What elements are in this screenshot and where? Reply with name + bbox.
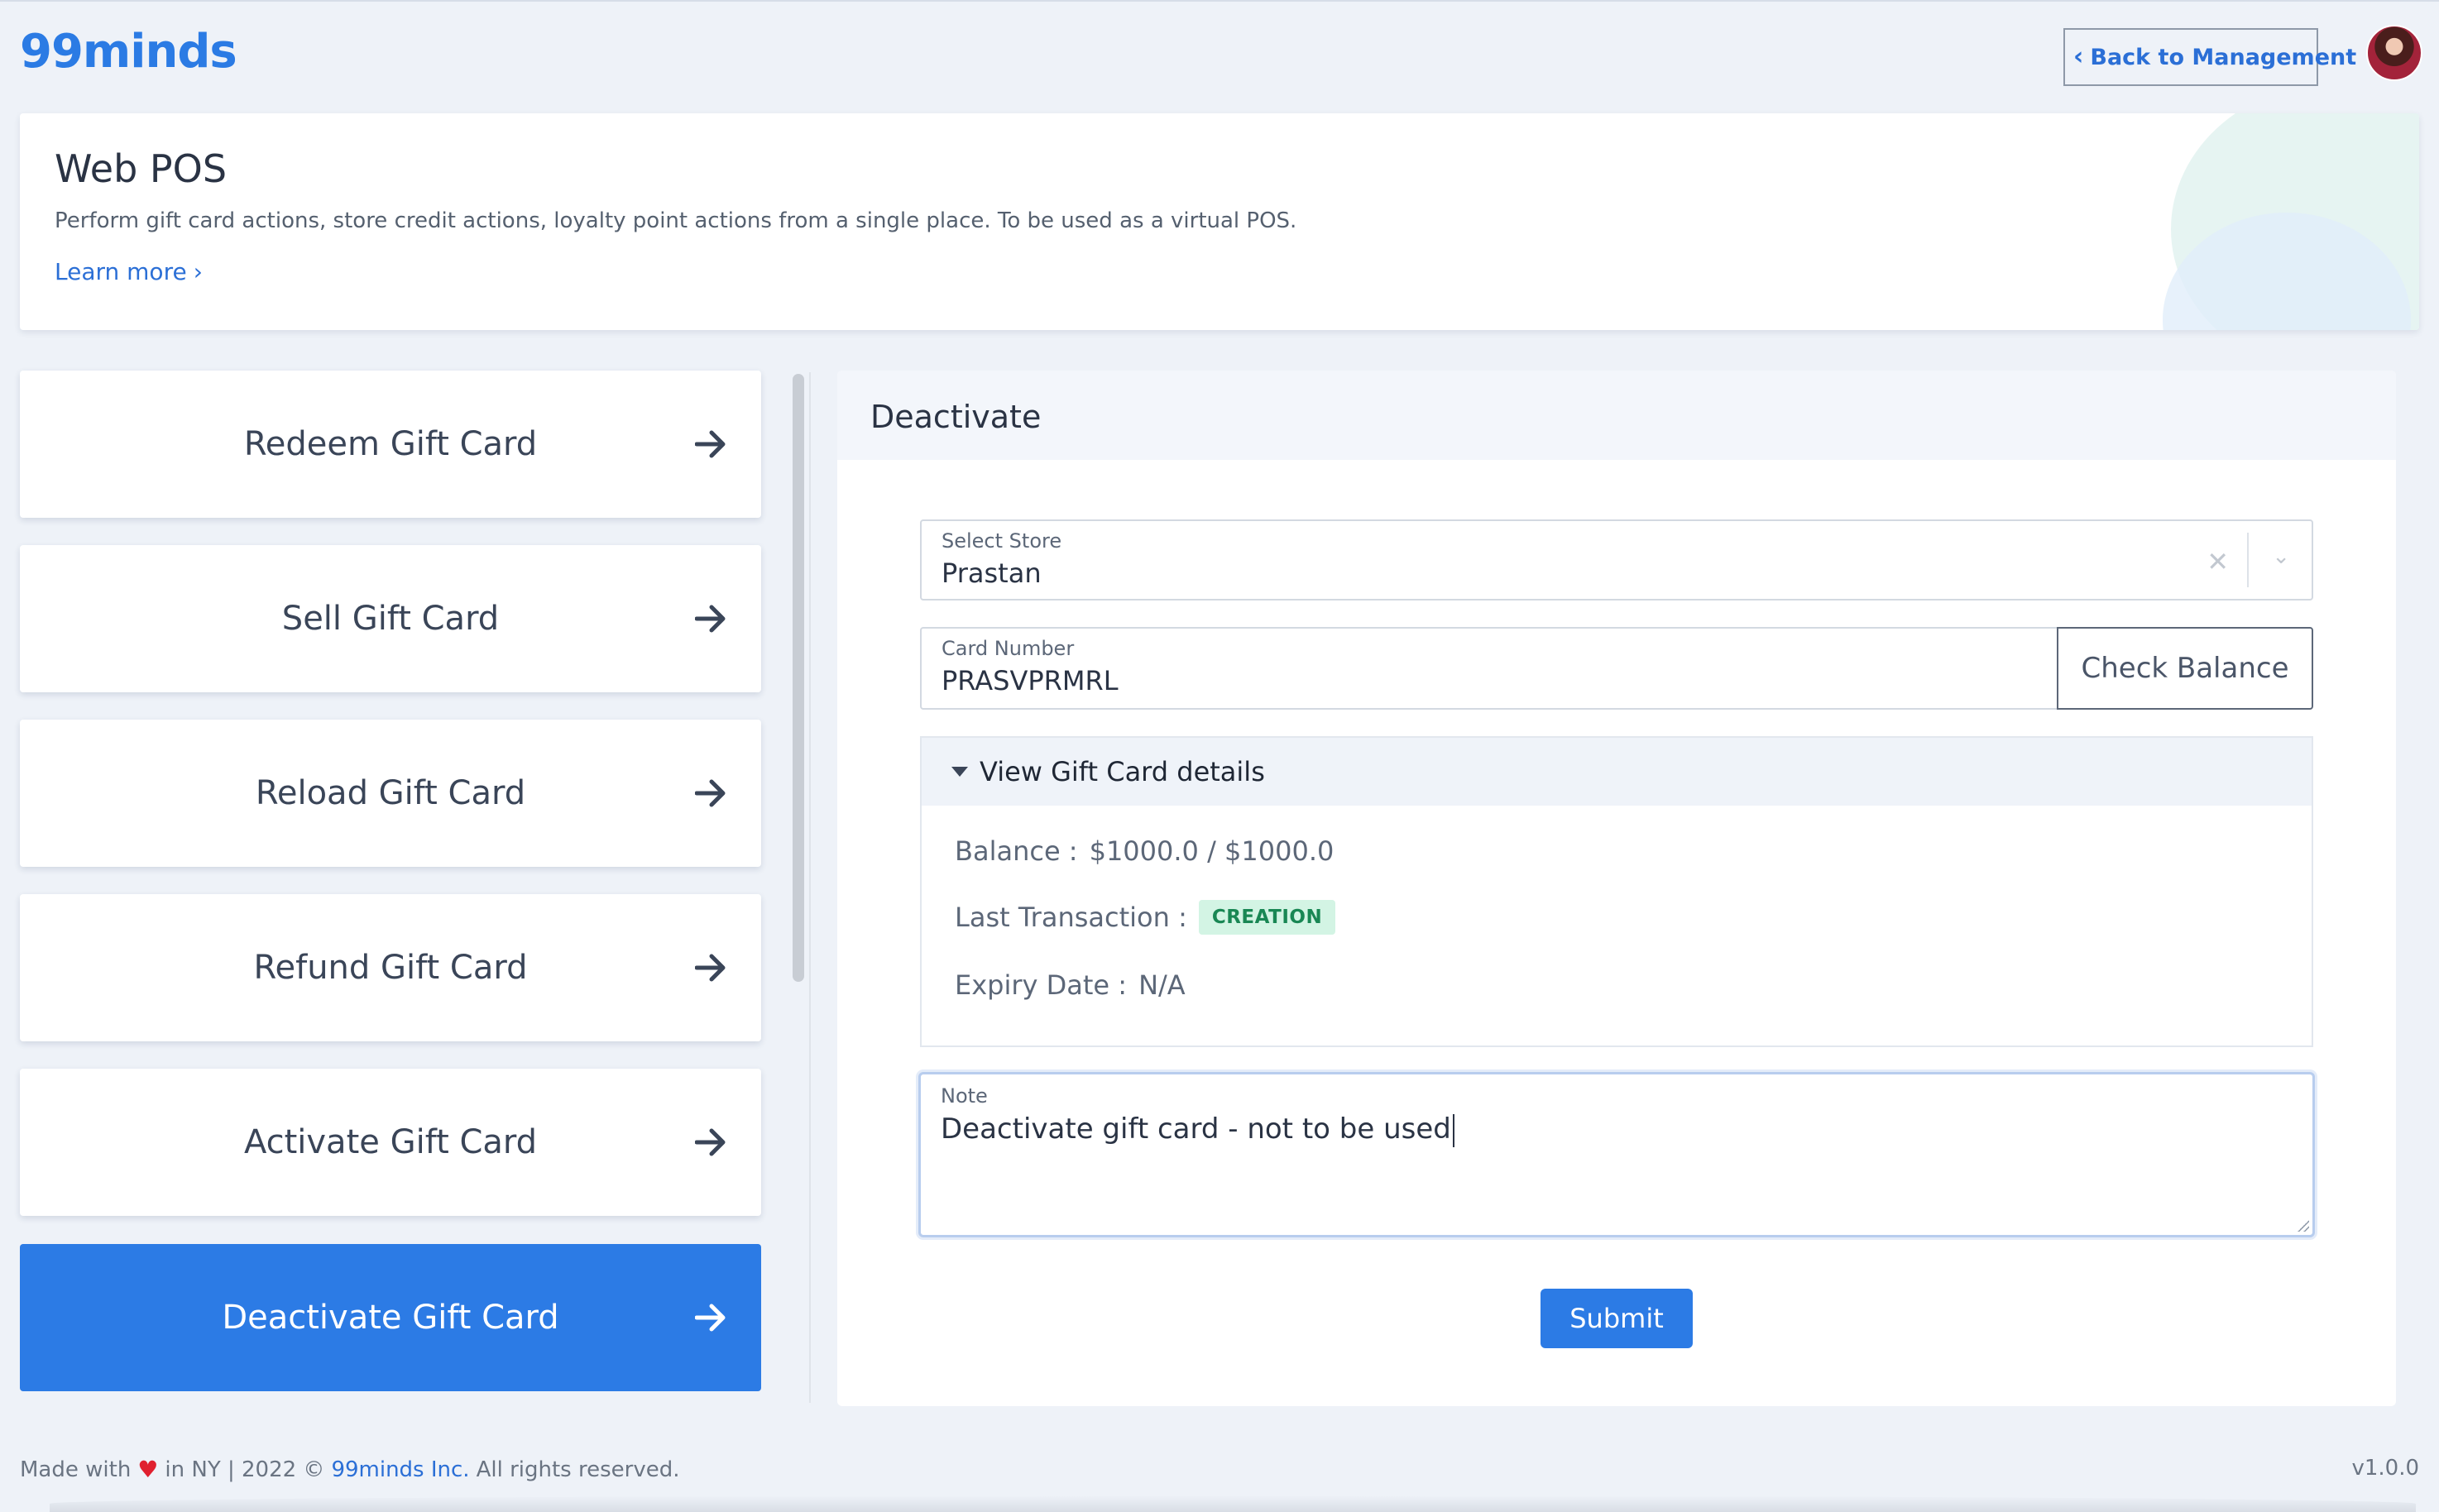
action-label: Activate Gift Card: [243, 1123, 538, 1161]
footer-location: in NY | 2022 ©: [165, 1457, 325, 1482]
company-link[interactable]: 99minds Inc.: [331, 1457, 469, 1482]
chevron-right-icon: ›: [193, 258, 203, 285]
last-transaction-label: Last Transaction :: [955, 902, 1187, 933]
card-number-value: PRASVPRMRL: [942, 665, 1119, 696]
action-label: Refund Gift Card: [253, 949, 528, 987]
user-avatar[interactable]: [2366, 25, 2422, 81]
top-border: [0, 0, 2439, 2]
action-label: Deactivate Gift Card: [222, 1299, 559, 1337]
card-number-field[interactable]: Card Number PRASVPRMRL: [920, 627, 2058, 710]
arrow-right-icon: [695, 430, 726, 458]
arrow-right-icon: [695, 1128, 726, 1156]
footer-made-with: Made with: [20, 1457, 132, 1482]
gift-card-details-toggle[interactable]: View Gift Card details: [922, 738, 2312, 806]
version-label: v1.0.0: [2351, 1456, 2419, 1481]
note-value: Deactivate gift card - not to be used: [941, 1112, 1454, 1147]
status-badge: CREATION: [1198, 900, 1336, 935]
balance-row: Balance : $1000.0 / $1000.0: [955, 835, 1334, 867]
refund-gift-card-button[interactable]: Refund Gift Card: [20, 894, 761, 1041]
note-textarea[interactable]: Note Deactivate gift card - not to be us…: [918, 1072, 2315, 1237]
sell-gift-card-button[interactable]: Sell Gift Card: [20, 545, 761, 692]
dropdown-separator: [2247, 533, 2249, 587]
expiry-label: Expiry Date :: [955, 969, 1128, 1001]
page-description: Perform gift card actions, store credit …: [55, 208, 1297, 233]
balance-value: $1000.0 / $1000.0: [1089, 835, 1335, 867]
heart-icon: ♥: [137, 1456, 159, 1483]
details-title: View Gift Card details: [980, 756, 1265, 787]
balance-label: Balance :: [955, 835, 1078, 867]
scrollbar-thumb[interactable]: [793, 374, 804, 982]
redeem-gift-card-button[interactable]: Redeem Gift Card: [20, 371, 761, 518]
gift-card-details: View Gift Card details Balance : $1000.0…: [920, 736, 2313, 1047]
last-transaction-row: Last Transaction : CREATION: [955, 900, 1336, 935]
check-balance-button[interactable]: Check Balance: [2057, 627, 2313, 710]
select-store-value: Prastan: [942, 557, 1042, 589]
resize-handle-icon[interactable]: [2298, 1220, 2309, 1232]
arrow-right-icon: [695, 779, 726, 807]
arrow-right-icon: [695, 1304, 726, 1332]
learn-more-link[interactable]: Learn more ›: [55, 258, 203, 285]
app-logo[interactable]: 99minds: [20, 25, 237, 79]
panel-header: Deactivate: [837, 371, 2396, 460]
caret-down-icon: [951, 767, 968, 777]
submit-button[interactable]: Submit: [1541, 1289, 1693, 1348]
select-store-dropdown[interactable]: Select Store Prastan ✕ ⌄: [920, 519, 2313, 600]
text-cursor: [1452, 1113, 1454, 1147]
bottom-edge: [50, 1495, 2416, 1512]
panel-title: Deactivate: [870, 399, 1042, 435]
page-title: Web POS: [55, 146, 228, 191]
activate-gift-card-button[interactable]: Activate Gift Card: [20, 1069, 761, 1216]
select-store-label: Select Store: [942, 529, 1062, 553]
card-number-label: Card Number: [942, 637, 1075, 660]
back-to-management-label: Back to Management: [2090, 44, 2357, 70]
action-label: Reload Gift Card: [255, 774, 526, 812]
clear-icon[interactable]: ✕: [2207, 546, 2229, 577]
expiry-row: Expiry Date : N/A: [955, 969, 1186, 1001]
learn-more-label: Learn more: [55, 258, 187, 285]
action-label: Sell Gift Card: [281, 600, 500, 638]
arrow-right-icon: [695, 954, 726, 982]
expiry-value: N/A: [1138, 969, 1186, 1001]
action-label: Redeem Gift Card: [243, 425, 538, 463]
chevron-down-icon[interactable]: ⌄: [2272, 544, 2290, 569]
note-text: Deactivate gift card - not to be used: [941, 1112, 1451, 1146]
footer: Made with ♥ in NY | 2022 © 99minds Inc. …: [20, 1456, 679, 1483]
column-divider: [809, 372, 811, 1403]
note-label: Note: [941, 1084, 988, 1108]
arrow-right-icon: [695, 605, 726, 633]
chevron-left-icon: ‹: [2073, 42, 2084, 71]
web-pos-banner: Web POS Perform gift card actions, store…: [20, 113, 2419, 330]
footer-rights: All rights reserved.: [476, 1457, 680, 1482]
deactivate-gift-card-button[interactable]: Deactivate Gift Card: [20, 1244, 761, 1391]
reload-gift-card-button[interactable]: Reload Gift Card: [20, 720, 761, 867]
back-to-management-button[interactable]: ‹ Back to Management: [2063, 28, 2356, 86]
